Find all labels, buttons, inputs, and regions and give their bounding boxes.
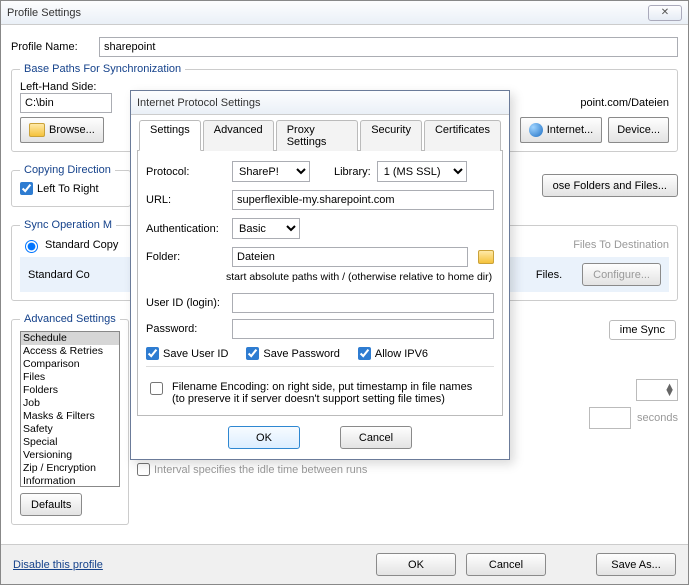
list-item[interactable]: Special — [21, 436, 119, 449]
list-item[interactable]: Versioning — [21, 449, 119, 462]
library-label: Library: — [334, 166, 371, 178]
list-item[interactable]: Files — [21, 371, 119, 384]
sync-operation-legend: Sync Operation M — [20, 219, 116, 231]
tab-advanced[interactable]: Advanced — [203, 120, 274, 151]
internet-button[interactable]: Internet... — [520, 117, 602, 143]
url-input[interactable] — [232, 190, 494, 210]
modal-ok-button[interactable]: OK — [228, 426, 300, 449]
configure-button[interactable]: Configure... — [582, 263, 661, 286]
url-label: URL: — [146, 194, 226, 206]
right-path-fragment: point.com/Dateien — [580, 97, 669, 109]
list-item[interactable]: Zip / Encryption — [21, 462, 119, 475]
files-label: Files. — [536, 269, 562, 281]
files-to-dest-label: Files To Destination — [573, 239, 669, 251]
allow-ipv6-checkbox[interactable]: Allow IPV6 — [358, 347, 428, 360]
list-item[interactable]: Job — [21, 397, 119, 410]
library-select[interactable]: 1 (MS SSL) — [377, 161, 467, 182]
abs-path-note: start absolute paths with / (otherwise r… — [226, 271, 494, 283]
copy-direction-group: Copying Direction Left To Right — [11, 164, 131, 207]
modal-cancel-button[interactable]: Cancel — [340, 426, 412, 449]
tab-proxy[interactable]: Proxy Settings — [276, 120, 359, 151]
save-password-checkbox[interactable]: Save Password — [246, 347, 339, 360]
password-label: Password: — [146, 323, 226, 335]
browse-left-button[interactable]: Browse... — [20, 117, 104, 143]
close-icon[interactable]: ✕ — [648, 5, 682, 21]
profile-name-label: Profile Name: — [11, 41, 93, 53]
tab-settings[interactable]: Settings — [139, 120, 201, 151]
folder-input[interactable] — [232, 247, 468, 267]
modal-titlebar: Internet Protocol Settings — [131, 91, 509, 115]
folder-icon — [29, 123, 45, 137]
filename-encoding-checkbox[interactable] — [150, 382, 163, 395]
main-cancel-button[interactable]: Cancel — [466, 553, 546, 576]
internet-protocol-dialog: Internet Protocol Settings Settings Adva… — [130, 90, 510, 460]
advanced-settings-group: Advanced Settings Schedule Access & Retr… — [11, 313, 129, 525]
list-item[interactable]: Safety — [21, 423, 119, 436]
userid-input[interactable] — [232, 293, 494, 313]
filename-encoding-label: Filename Encoding: on right side, put ti… — [172, 381, 472, 393]
save-as-button[interactable]: Save As... — [596, 553, 676, 576]
main-titlebar: Profile Settings ✕ — [1, 1, 688, 25]
device-button[interactable]: Device... — [608, 117, 669, 143]
seconds-label: seconds — [637, 412, 678, 424]
protocol-label: Protocol: — [146, 166, 226, 178]
save-userid-checkbox[interactable]: Save User ID — [146, 347, 228, 360]
main-title: Profile Settings — [7, 7, 648, 19]
seconds-spinner[interactable] — [589, 407, 631, 429]
disable-profile-link[interactable]: Disable this profile — [13, 559, 103, 571]
globe-icon — [529, 123, 543, 137]
tab-certificates[interactable]: Certificates — [424, 120, 501, 151]
advanced-settings-legend: Advanced Settings — [20, 313, 120, 325]
left-to-right-checkbox[interactable]: Left To Right — [20, 182, 99, 195]
folder-browse-icon[interactable] — [478, 250, 494, 264]
advanced-listbox[interactable]: Schedule Access & Retries Comparison Fil… — [20, 331, 120, 487]
interval-spinner[interactable]: ▲▼ — [636, 379, 678, 401]
choose-folders-button[interactable]: ose Folders and Files... — [542, 174, 678, 197]
base-paths-legend: Base Paths For Synchronization — [20, 63, 185, 75]
interval-idle-checkbox[interactable]: Interval specifies the idle time between… — [137, 463, 367, 476]
tab-ime-sync[interactable]: ime Sync — [609, 320, 676, 340]
standard-copy-radio[interactable]: Standard Copy — [20, 237, 118, 253]
main-ok-button[interactable]: OK — [376, 553, 456, 576]
list-item[interactable]: Comparison — [21, 358, 119, 371]
profile-name-input[interactable] — [99, 37, 678, 57]
copy-direction-legend: Copying Direction — [20, 164, 115, 176]
standard-copy-desc: Standard Co — [28, 269, 90, 281]
list-item[interactable]: Folders — [21, 384, 119, 397]
list-item[interactable]: Information — [21, 475, 119, 487]
modal-title: Internet Protocol Settings — [137, 97, 503, 109]
auth-label: Authentication: — [146, 223, 226, 235]
list-item[interactable]: Masks & Filters — [21, 410, 119, 423]
left-path-input[interactable] — [20, 93, 112, 113]
tab-security[interactable]: Security — [360, 120, 422, 151]
auth-select[interactable]: Basic — [232, 218, 300, 239]
list-item[interactable]: Schedule — [21, 332, 119, 345]
folder-label: Folder: — [146, 251, 226, 263]
filename-encoding-sub: (to preserve it if server doesn't suppor… — [172, 393, 472, 405]
password-input[interactable] — [232, 319, 494, 339]
defaults-button[interactable]: Defaults — [20, 493, 82, 516]
protocol-select[interactable]: ShareP! — [232, 161, 310, 182]
userid-label: User ID (login): — [146, 297, 226, 309]
left-side-label: Left-Hand Side: — [20, 81, 96, 93]
list-item[interactable]: Access & Retries — [21, 345, 119, 358]
